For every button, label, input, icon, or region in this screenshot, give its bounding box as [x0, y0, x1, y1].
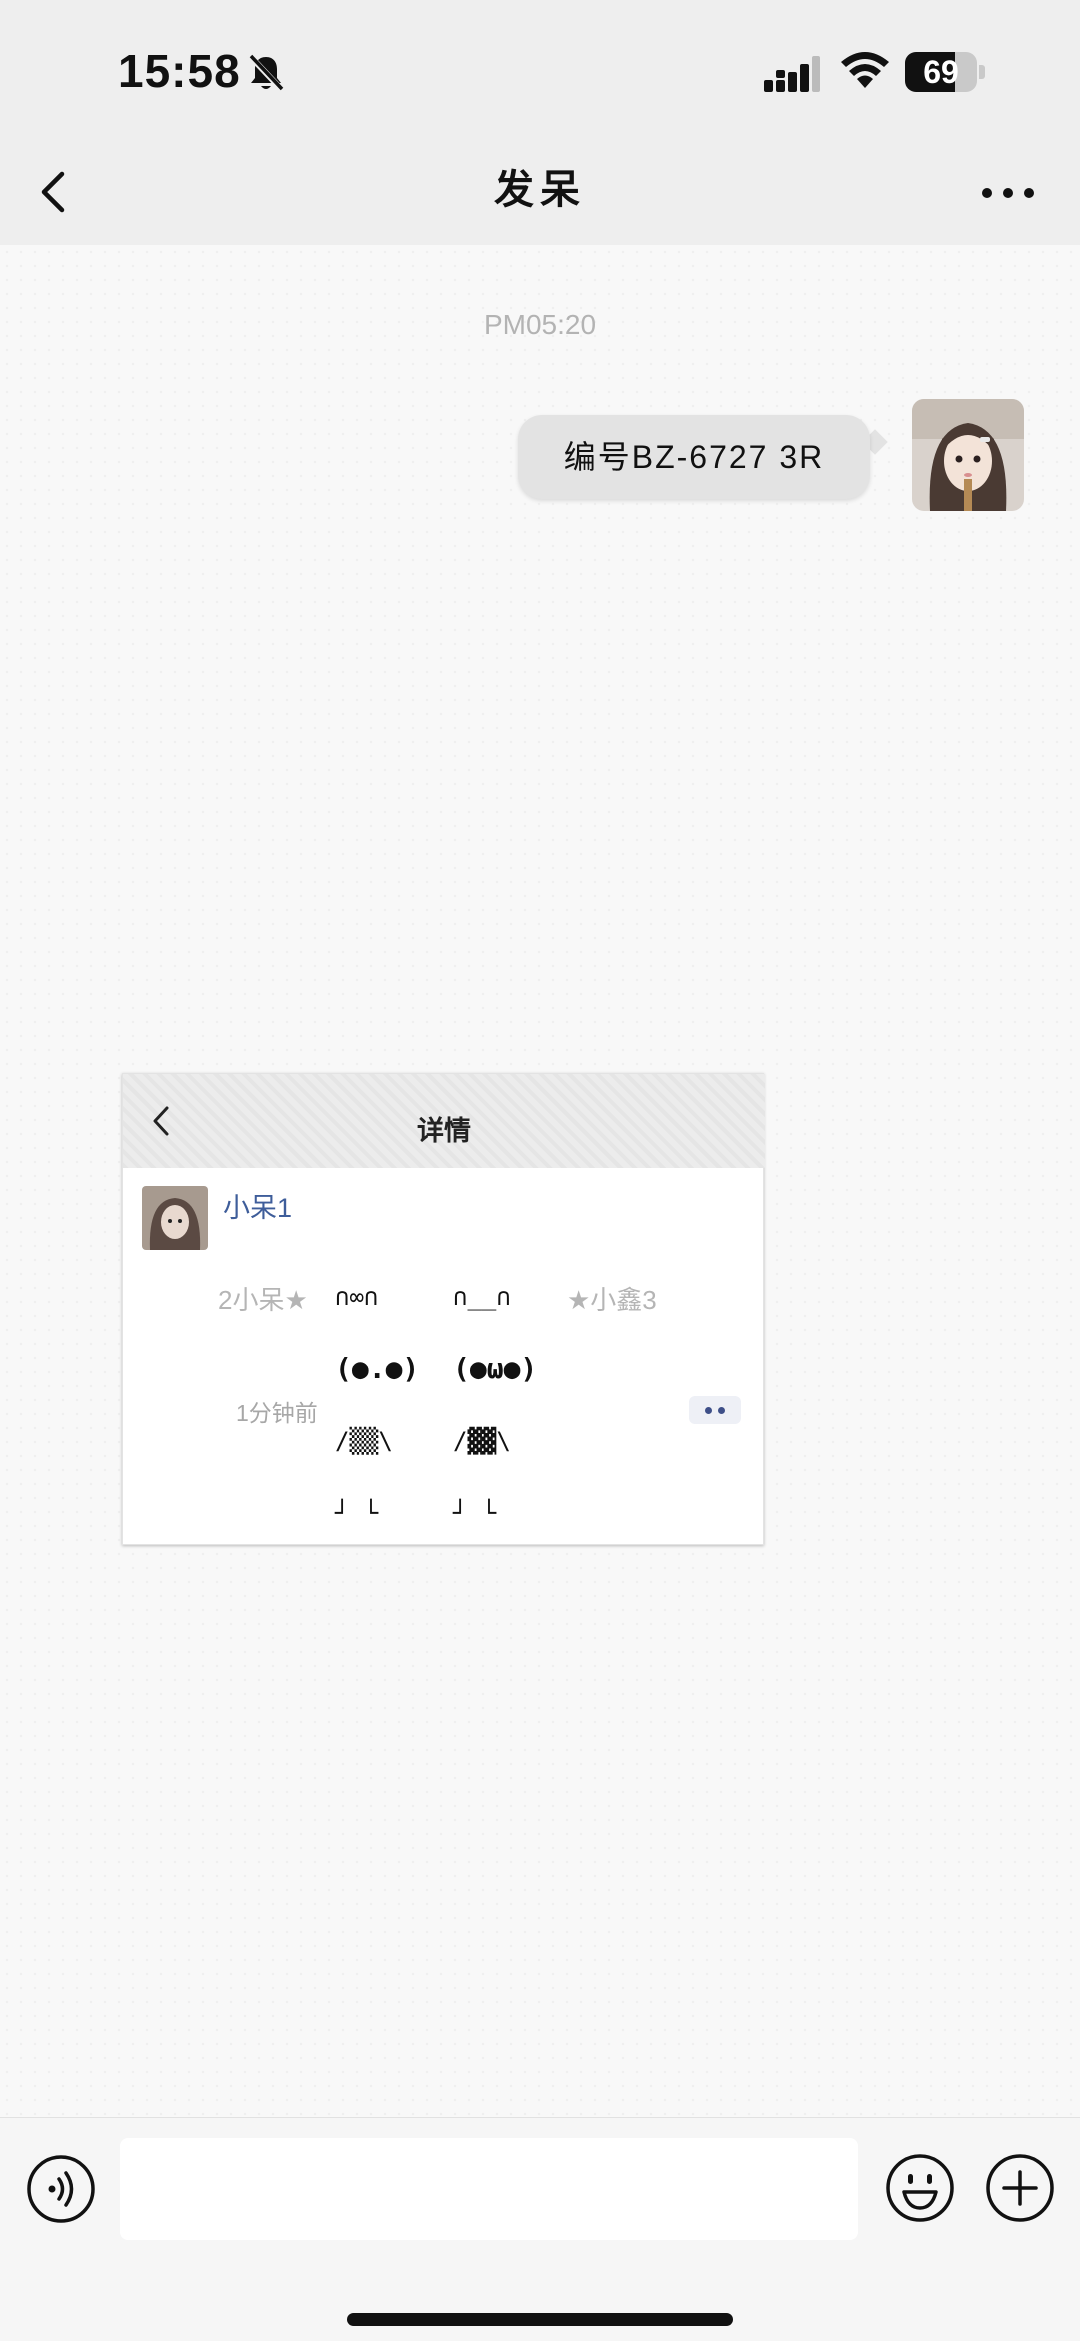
sent-message-bubble[interactable]: 编号BZ-6727 3R — [518, 415, 870, 499]
kaomoji-right-feet: ┘ └ — [453, 1499, 497, 1527]
voice-icon[interactable] — [26, 2154, 96, 2224]
kaomoji-left: ∩∞∩ (●.●) /▒▒\ ┘ └ — [335, 1242, 419, 1568]
kaomoji-left-ears: ∩∞∩ — [335, 1283, 379, 1311]
emoji-icon[interactable] — [884, 2152, 956, 2224]
message-input[interactable] — [120, 2138, 858, 2240]
left-name-label: 2小呆★ — [218, 1285, 308, 1315]
kaomoji-right-face: (●ω●) — [453, 1352, 538, 1385]
bell-muted-icon — [247, 53, 285, 93]
kaomoji-right-body: /▓▓\ — [453, 1427, 511, 1455]
card-username: 小呆1 — [223, 1193, 293, 1223]
card-time-ago: 1分钟前 — [236, 1400, 318, 1426]
chat-area[interactable]: PM05:20 编号BZ-6727 3R 详情 小呆1 2小呆★ ★小鑫3 ∩∞… — [0, 245, 1080, 2117]
kaomoji-right: ∩__∩ (●ω●) /▓▓\ ┘ └ — [453, 1242, 537, 1568]
right-name-label: ★小鑫3 — [567, 1285, 657, 1315]
battery-indicator: 69 — [905, 52, 985, 92]
kaomoji-left-face: (●.●) — [335, 1352, 420, 1385]
wifi-icon — [841, 52, 889, 88]
message-timestamp: PM05:20 — [483, 309, 597, 340]
page-title: 发呆 — [494, 168, 586, 212]
input-bar — [0, 2117, 1080, 2341]
kaomoji-right-ears: ∩__∩ — [453, 1283, 511, 1311]
home-indicator[interactable] — [347, 2313, 733, 2326]
cellular-signal-icon — [764, 56, 820, 92]
nav-bar: 发呆 — [0, 140, 1080, 245]
back-chevron-icon[interactable] — [30, 164, 80, 220]
status-bar: 15:58 69 — [0, 0, 1080, 140]
kaomoji-left-body: /▒▒\ — [335, 1427, 393, 1455]
plus-icon[interactable] — [984, 2152, 1056, 2224]
card-title: 详情 — [417, 1116, 471, 1146]
kaomoji-left-feet: ┘ └ — [335, 1499, 379, 1527]
status-time: 15:58 — [118, 45, 241, 97]
my-avatar[interactable] — [912, 399, 1024, 511]
battery-percent: 69 — [923, 54, 959, 90]
more-dots-icon[interactable] — [978, 168, 1038, 218]
card-comment-dots-icon — [689, 1396, 741, 1424]
image-message[interactable]: 详情 小呆1 2小呆★ ★小鑫3 ∩∞∩ (●.●) /▒▒\ ┘ └ ∩__∩… — [122, 1073, 765, 1545]
card-user-avatar — [142, 1186, 208, 1250]
